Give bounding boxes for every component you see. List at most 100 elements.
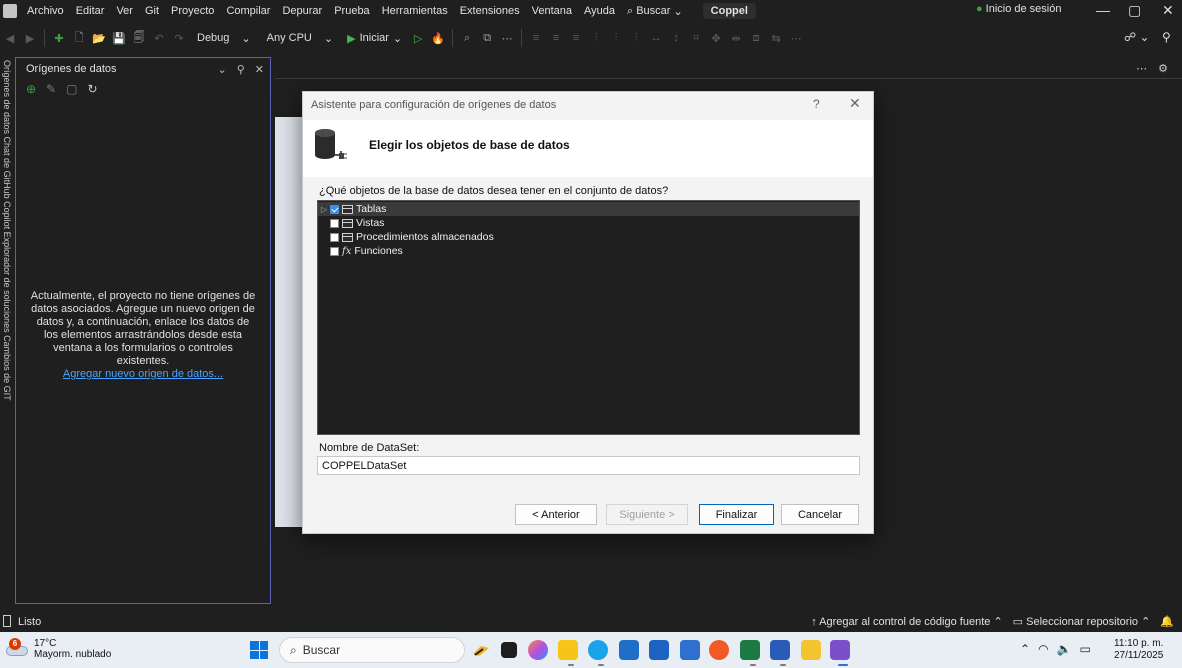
forward-icon[interactable]: ▶: [22, 32, 38, 45]
word-icon[interactable]: [770, 640, 790, 660]
menu-git[interactable]: Git: [139, 5, 165, 17]
menu-compilar[interactable]: Compilar: [220, 5, 276, 17]
pinned-app-icon[interactable]: [801, 640, 821, 660]
windows-start-icon[interactable]: [250, 641, 268, 659]
grid-icon[interactable]: ⌗: [688, 32, 704, 45]
menu-ayuda[interactable]: Ayuda: [578, 5, 621, 17]
share-icon[interactable]: ⚲: [1162, 30, 1171, 44]
align-right-icon[interactable]: ≡: [568, 32, 584, 44]
next-button[interactable]: Siguiente >: [606, 504, 688, 525]
refresh-icon[interactable]: ↻: [87, 82, 97, 96]
weather-widget[interactable]: 6 17°C Mayorm. nublado: [6, 638, 111, 660]
finish-button[interactable]: Finalizar: [699, 504, 774, 525]
more-icon[interactable]: ⋯: [499, 32, 515, 45]
volume-icon[interactable]: 🔈: [1057, 642, 1072, 656]
taskbar-search[interactable]: ⌕ Buscar: [279, 637, 465, 663]
start-without-debug-icon[interactable]: ▷: [410, 32, 426, 45]
menu-depurar[interactable]: Depurar: [276, 5, 328, 17]
maximize-button[interactable]: ▢: [1128, 2, 1141, 19]
redo-icon[interactable]: ↷: [171, 32, 187, 45]
new-project-icon[interactable]: ✚: [51, 32, 67, 45]
select-repo-button[interactable]: ▭ Seleccionar repositorio ⌃: [1013, 615, 1151, 628]
center-icon[interactable]: ✥: [708, 32, 724, 45]
menu-ver[interactable]: Ver: [110, 5, 139, 17]
menu-editar[interactable]: Editar: [70, 5, 111, 17]
configure-icon[interactable]: ▢: [66, 82, 77, 96]
task-view-icon[interactable]: [501, 642, 517, 658]
store-icon[interactable]: [619, 640, 639, 660]
edit-dataset-icon[interactable]: ✎: [46, 82, 56, 96]
add-datasource-link[interactable]: Agregar nuevo origen de datos...: [30, 368, 256, 380]
menu-archivo[interactable]: Archivo: [21, 5, 70, 17]
pinned-app-icon[interactable]: [680, 640, 700, 660]
align-top-icon[interactable]: ⫶: [588, 32, 604, 45]
add-source-control-button[interactable]: ↑ Agregar al control de código fuente ⌃: [811, 615, 1002, 628]
add-datasource-icon[interactable]: ⊕: [26, 82, 36, 96]
procedimientos-checkbox[interactable]: [330, 232, 339, 242]
vistas-checkbox[interactable]: [330, 218, 339, 228]
menu-prueba[interactable]: Prueba: [328, 5, 375, 17]
tab-options[interactable]: ⋯ ⚙: [1136, 62, 1172, 75]
excel-icon[interactable]: [740, 640, 760, 660]
tree-item-tablas[interactable]: ▷ Tablas: [318, 202, 859, 216]
open-icon[interactable]: 📂: [91, 32, 107, 45]
notifications-bell-icon[interactable]: 🔔: [1160, 615, 1174, 628]
chevron-down-icon[interactable]: ⌄: [218, 63, 227, 76]
expand-arrow-icon[interactable]: ▷: [318, 205, 330, 214]
spacing-icon[interactable]: ⇹: [728, 32, 744, 45]
same-height-icon[interactable]: ↕: [668, 32, 684, 44]
file-explorer-icon[interactable]: [558, 640, 578, 660]
chevron-up-icon[interactable]: ⌃: [1020, 642, 1030, 656]
menu-extensiones[interactable]: Extensiones: [454, 5, 526, 17]
platform-dropdown[interactable]: Any CPU ⌄: [260, 28, 340, 48]
same-width-icon[interactable]: ↔: [648, 32, 664, 44]
undo-icon[interactable]: ↶: [151, 32, 167, 45]
visual-studio-icon[interactable]: [830, 640, 850, 660]
close-window-button[interactable]: ✕: [1162, 2, 1174, 19]
cancel-button[interactable]: Cancelar: [781, 504, 859, 525]
minimize-button[interactable]: —: [1096, 2, 1110, 18]
signin-button[interactable]: ● Inicio de sesión: [976, 3, 1061, 15]
tab-order-icon[interactable]: ⇆: [768, 32, 784, 45]
back-button[interactable]: < Anterior: [515, 504, 597, 525]
more-icon[interactable]: ⋯: [788, 32, 804, 45]
align-middle-icon[interactable]: ⫶: [608, 32, 624, 45]
copilot-icon[interactable]: [528, 640, 548, 660]
align-left-icon[interactable]: ≡: [528, 32, 544, 44]
tree-item-funciones[interactable]: fx Funciones: [318, 244, 403, 258]
pin-icon[interactable]: ⚲: [237, 63, 245, 76]
tree-item-procedimientos[interactable]: Procedimientos almacenados: [318, 230, 494, 244]
tree-item-vistas[interactable]: Vistas: [318, 216, 384, 230]
live-share-icon[interactable]: ☍ ⌄: [1124, 30, 1150, 44]
start-button[interactable]: ▶ Iniciar ⌄: [347, 32, 402, 45]
align-center-icon[interactable]: ≡: [548, 32, 564, 44]
chrome-icon[interactable]: [709, 640, 729, 660]
tablas-checkbox[interactable]: [330, 204, 339, 214]
window-icon[interactable]: ⧉: [479, 32, 495, 45]
hot-reload-icon[interactable]: 🔥: [430, 32, 446, 45]
menu-herramientas[interactable]: Herramientas: [376, 5, 454, 17]
pinned-app-icon[interactable]: [649, 640, 669, 660]
edge-icon[interactable]: [588, 640, 608, 660]
dialog-close-button[interactable]: ✕: [849, 95, 861, 112]
pinned-app-icon[interactable]: [471, 640, 491, 660]
save-icon[interactable]: 💾: [111, 32, 127, 45]
save-all-icon[interactable]: 🗐: [131, 29, 147, 48]
configuration-dropdown[interactable]: Debug ⌄: [191, 28, 257, 48]
battery-icon[interactable]: ▭: [1080, 642, 1091, 656]
order-icon[interactable]: ⧈: [748, 32, 764, 45]
side-strip-tabs[interactable]: Orígenes de datos Chat de GitHub Copilot…: [2, 60, 12, 401]
help-button[interactable]: ?: [813, 97, 820, 111]
back-icon[interactable]: ◀: [2, 32, 18, 45]
new-file-icon[interactable]: 🗋: [71, 29, 87, 48]
global-search[interactable]: ⌕ Buscar ⌄: [621, 5, 689, 18]
wifi-icon[interactable]: ◠: [1038, 642, 1048, 656]
find-icon[interactable]: ⌕: [459, 32, 475, 45]
clock[interactable]: 11:10 p. m. 27/11/2025: [1114, 638, 1163, 662]
dataset-name-input[interactable]: [317, 456, 860, 475]
align-bottom-icon[interactable]: ⫶: [628, 32, 644, 45]
funciones-checkbox[interactable]: [330, 246, 339, 256]
menu-ventana[interactable]: Ventana: [526, 5, 578, 17]
menu-proyecto[interactable]: Proyecto: [165, 5, 220, 17]
close-icon[interactable]: ✕: [255, 63, 264, 76]
